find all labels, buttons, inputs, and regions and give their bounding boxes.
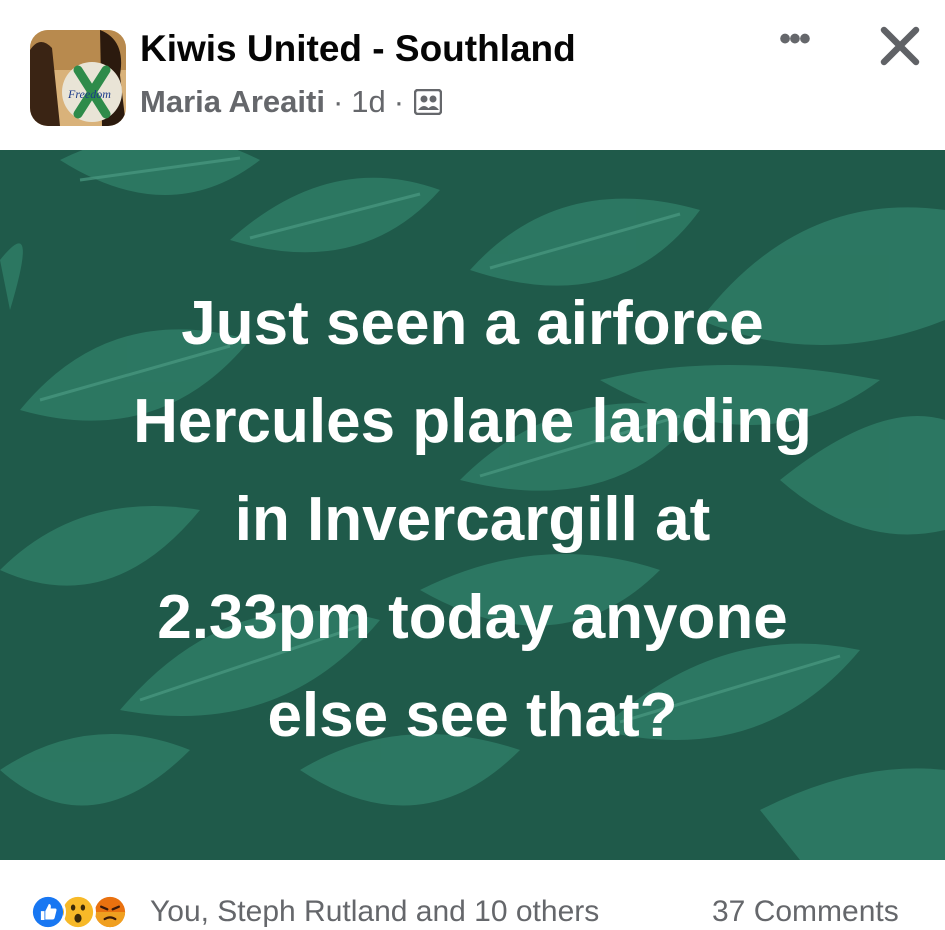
group-name-link[interactable]: Kiwis United - Southland [140, 28, 576, 70]
like-icon [30, 894, 66, 930]
more-options-button[interactable]: ••• [766, 22, 822, 68]
post-background-card[interactable]: Just seen a airforce Hercules plane land… [0, 150, 945, 860]
post-meta: Maria Areaiti · 1d · [140, 84, 443, 120]
comments-count-link[interactable]: 37 Comments [712, 895, 899, 929]
separator-dot: · [332, 84, 344, 119]
close-button[interactable] [872, 20, 928, 76]
angry-icon [92, 894, 128, 930]
author-name-link[interactable]: Maria Areaiti [140, 84, 325, 120]
ellipsis-icon: ••• [779, 20, 811, 58]
avatar-text: Freedom [67, 87, 111, 101]
separator-dot: · [393, 84, 405, 119]
post-header: Freedom Kiwis United - Southland Maria A… [0, 0, 945, 150]
avatar-image: Freedom [30, 30, 126, 126]
group-avatar[interactable]: Freedom [30, 30, 126, 126]
post-age[interactable]: 1d [351, 84, 385, 120]
reaction-summary[interactable]: You, Steph Rutland and 10 others [150, 895, 599, 929]
close-icon [880, 26, 920, 66]
post-text: Just seen a airforce Hercules plane land… [133, 289, 812, 750]
group-members-icon [414, 89, 443, 115]
